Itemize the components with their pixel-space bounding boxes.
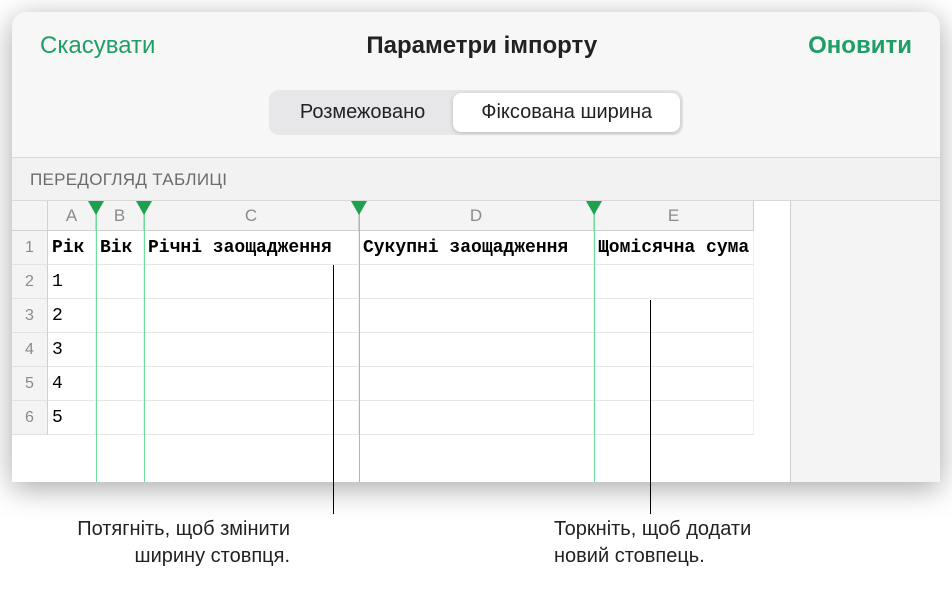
cell[interactable]: Сукупні заощадження xyxy=(359,231,594,265)
cell[interactable]: 1 xyxy=(48,265,96,299)
cell[interactable] xyxy=(144,333,359,367)
cell[interactable] xyxy=(594,401,754,435)
callout-line-resize xyxy=(333,265,334,514)
column-divider-handle[interactable] xyxy=(586,201,602,215)
column-header-e[interactable]: E xyxy=(594,201,754,231)
row-number: 5 xyxy=(12,367,48,401)
column-header-c[interactable]: C xyxy=(144,201,359,231)
table-row: 54 xyxy=(12,367,940,401)
row-number: 6 xyxy=(12,401,48,435)
cell[interactable] xyxy=(96,333,144,367)
cell[interactable]: Вік xyxy=(96,231,144,265)
cell[interactable] xyxy=(144,265,359,299)
table-preview-label: ПЕРЕДОГЛЯД ТАБЛИЦІ xyxy=(12,157,940,201)
row-number: 1 xyxy=(12,231,48,265)
cell[interactable] xyxy=(96,265,144,299)
caption-add: Торкніть, щоб додати новий стовпець. xyxy=(554,516,924,570)
cell[interactable] xyxy=(359,299,594,333)
table-row: 43 xyxy=(12,333,940,367)
callout-line-add xyxy=(650,300,651,514)
cell[interactable] xyxy=(144,367,359,401)
cell[interactable] xyxy=(96,401,144,435)
table-row: 65 xyxy=(12,401,940,435)
table-row: 1РікВікРічні заощадженняСукупні заощадже… xyxy=(12,231,940,265)
table-row: 32 xyxy=(12,299,940,333)
dialog-header: Скасувати Параметри імпорту Оновити xyxy=(12,12,940,72)
table-row: 21 xyxy=(12,265,940,299)
column-divider-handle[interactable] xyxy=(136,201,152,215)
column-headers-row: ABCDE xyxy=(12,201,940,231)
table-preview[interactable]: ABCDE 1РікВікРічні заощадженняСукупні за… xyxy=(12,201,940,482)
cell[interactable]: 3 xyxy=(48,333,96,367)
corner-cell xyxy=(12,201,48,231)
cell[interactable] xyxy=(96,299,144,333)
cell[interactable] xyxy=(359,367,594,401)
dialog-title: Параметри імпорту xyxy=(366,32,597,60)
cancel-button[interactable]: Скасувати xyxy=(40,32,155,60)
update-button[interactable]: Оновити xyxy=(808,32,912,60)
cell[interactable]: 4 xyxy=(48,367,96,401)
row-number: 3 xyxy=(12,299,48,333)
cell[interactable]: 5 xyxy=(48,401,96,435)
cell[interactable]: Річні заощадження xyxy=(144,231,359,265)
import-options-dialog: Скасувати Параметри імпорту Оновити Розм… xyxy=(12,12,940,482)
column-divider-handle[interactable] xyxy=(351,201,367,215)
cell[interactable] xyxy=(359,401,594,435)
data-rows: 1РікВікРічні заощадженняСукупні заощадже… xyxy=(12,231,940,435)
cell[interactable]: 2 xyxy=(48,299,96,333)
cell[interactable]: Щомісячна сума xyxy=(594,231,754,265)
segment-fixed-width[interactable]: Фіксована ширина xyxy=(453,93,680,132)
cell[interactable] xyxy=(594,265,754,299)
row-number: 2 xyxy=(12,265,48,299)
segment-delimited[interactable]: Розмежовано xyxy=(272,93,453,132)
cell[interactable] xyxy=(144,299,359,333)
column-divider-handle[interactable] xyxy=(88,201,104,215)
cell[interactable] xyxy=(594,367,754,401)
row-number: 4 xyxy=(12,333,48,367)
cell[interactable] xyxy=(594,299,754,333)
cell[interactable] xyxy=(96,367,144,401)
cell[interactable] xyxy=(144,401,359,435)
cell[interactable] xyxy=(359,333,594,367)
mode-segmented-wrap: Розмежовано Фіксована ширина xyxy=(12,72,940,157)
caption-resize: Потягніть, щоб змінити ширину стовпця. xyxy=(20,516,290,570)
mode-segmented-control[interactable]: Розмежовано Фіксована ширина xyxy=(269,90,683,135)
cell[interactable] xyxy=(359,265,594,299)
cell[interactable]: Рік xyxy=(48,231,96,265)
column-header-d[interactable]: D xyxy=(359,201,594,231)
cell[interactable] xyxy=(594,333,754,367)
